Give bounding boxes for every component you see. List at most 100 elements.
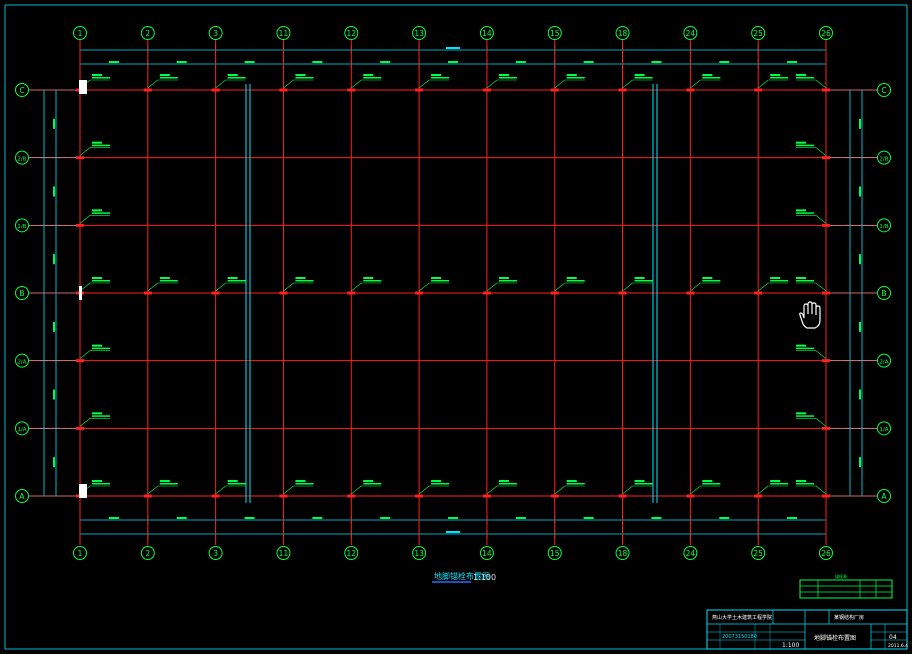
axis-bubble-top-1[interactable]: 1 [73,26,87,40]
axis-bubble-top-12[interactable]: 12 [344,26,359,40]
axis-bubble-top-24-label: 24 [686,29,696,38]
dimension-text-mark [53,457,55,468]
dimension-text-mark [651,517,662,519]
anchor-label-mark [634,74,645,76]
axis-bubble-top-15[interactable]: 15 [547,26,562,40]
anchor-bolt-marker [618,291,627,295]
anchor-label-mark [363,74,374,76]
anchor-bolt-marker [482,494,491,498]
title-block-project: 某钢结构厂房 [834,614,864,621]
axis-bubble-bottom-15[interactable]: 15 [547,546,562,560]
axis-bubble-bottom-24[interactable]: 24 [683,546,698,560]
anchor-label-mark [498,280,517,282]
axis-bubble-right-A-label: A [881,492,887,501]
anchor-label-mark [295,480,306,482]
axis-bubble-bottom-12[interactable]: 12 [344,546,359,560]
axis-bubble-bottom-13[interactable]: 13 [412,546,427,560]
anchor-label-mark [796,77,814,79]
axis-bubble-right-2-B[interactable]: 2/B [877,150,891,165]
anchor-bolt-marker [279,494,288,498]
column-stub [79,286,82,300]
anchor-label-mark [796,415,814,417]
axis-bubble-left-2-A[interactable]: 2/A [15,353,29,368]
axis-bubble-right-A[interactable]: A [877,489,891,503]
axis-bubble-top-14[interactable]: 14 [479,26,494,40]
axis-bubble-bottom-25-label: 25 [753,549,763,558]
anchor-label-mark [159,277,170,279]
anchor-label-mark [92,412,102,415]
axis-bubble-bottom-1-label: 1 [78,549,83,558]
axis-bubble-bottom-26[interactable]: 26 [819,546,833,560]
axis-bubble-bottom-3[interactable]: 3 [208,546,223,560]
drawing-scale: 1:100 [473,573,496,582]
axis-bubble-bottom-18[interactable]: 18 [615,546,630,560]
anchor-bolt-marker [822,156,830,160]
anchor-bolt-marker [415,291,424,295]
drawing-title-group: 地脚锚栓布置图 1:100 [432,571,496,583]
anchor-label-mark [431,77,450,79]
anchor-bolt-marker [822,88,830,92]
anchor-label-mark [227,483,246,485]
anchor-label-mark [634,277,645,279]
axis-bubble-left-C[interactable]: C [15,83,29,97]
anchor-label-mark [634,480,645,482]
cad-drawing-canvas[interactable]: 1122331111121213131414151518182424252526… [0,0,912,654]
axis-bubble-right-1-B[interactable]: 1/B [877,218,891,233]
anchor-label-mark [796,277,806,279]
axis-bubble-top-26[interactable]: 26 [819,26,833,40]
anchor-bolt-marker [754,494,763,498]
axis-bubble-left-2-B[interactable]: 2/B [15,150,29,165]
anchor-label-mark [566,77,585,79]
anchor-bolt-marker [415,88,424,92]
dimension-text-mark [583,61,594,63]
anchor-bolt-marker [686,291,695,295]
anchor-bolt-marker [211,494,220,498]
axis-bubble-left-B[interactable]: B [15,286,29,300]
anchor-bolt-marker [482,291,491,295]
anchor-label-mark [796,144,814,147]
axis-bubble-left-1-B[interactable]: 1/B [15,218,29,233]
axis-bubble-bottom-11[interactable]: 11 [276,546,291,560]
axis-bubble-top-25[interactable]: 25 [751,26,766,40]
axis-bubble-bottom-24-label: 24 [686,549,696,558]
anchor-label-mark [295,277,306,279]
title-block-scale: 1:100 [782,642,799,649]
axis-bubble-right-2-A-label: 2/A [879,359,888,365]
anchor-label-mark [363,277,374,279]
anchor-label-mark [159,483,178,485]
anchor-label-mark [498,277,509,279]
anchor-label-mark [295,483,314,485]
overall-dimension-mark [446,47,460,49]
anchor-label-mark [363,483,382,485]
axis-bubble-top-24[interactable]: 24 [683,26,698,40]
axis-bubble-right-2-A[interactable]: 2/A [877,353,891,368]
anchor-bolt-marker [76,359,84,363]
axis-bubble-right-C[interactable]: C [877,83,891,97]
axis-bubble-top-18[interactable]: 18 [615,26,630,40]
axis-bubble-top-2[interactable]: 2 [140,26,155,40]
axis-bubble-top-3[interactable]: 3 [208,26,223,40]
axis-bubble-left-1-A[interactable]: 1/A [15,421,29,436]
axis-bubble-top-11-label: 11 [279,29,289,38]
anchor-bolt-marker [822,426,830,430]
axis-bubble-left-1-B-label: 1/B [17,224,26,230]
axis-bubble-bottom-1[interactable]: 1 [73,546,87,560]
anchor-label-mark [227,480,238,482]
axis-bubble-top-11[interactable]: 11 [276,26,291,40]
axis-bubble-bottom-14[interactable]: 14 [479,546,494,560]
axis-bubble-left-A[interactable]: A [15,489,29,503]
title-block-date: 2011.6.4 [888,643,908,649]
anchor-label-mark [295,74,306,76]
anchor-bolt-marker [618,88,627,92]
anchor-label-mark [363,480,374,482]
axis-bubble-right-1-A[interactable]: 1/A [877,421,891,436]
title-block-drawing-name: 地脚锚栓布置图 [814,634,856,642]
axis-bubble-right-B[interactable]: B [877,286,891,300]
axis-bubble-bottom-25[interactable]: 25 [751,546,766,560]
anchor-bolt-marker [143,88,152,92]
anchor-label-mark [295,280,314,282]
axis-bubble-top-13[interactable]: 13 [412,26,427,40]
anchor-label-mark [92,415,110,417]
dimension-text-mark [859,186,861,197]
axis-bubble-bottom-2[interactable]: 2 [140,546,155,560]
